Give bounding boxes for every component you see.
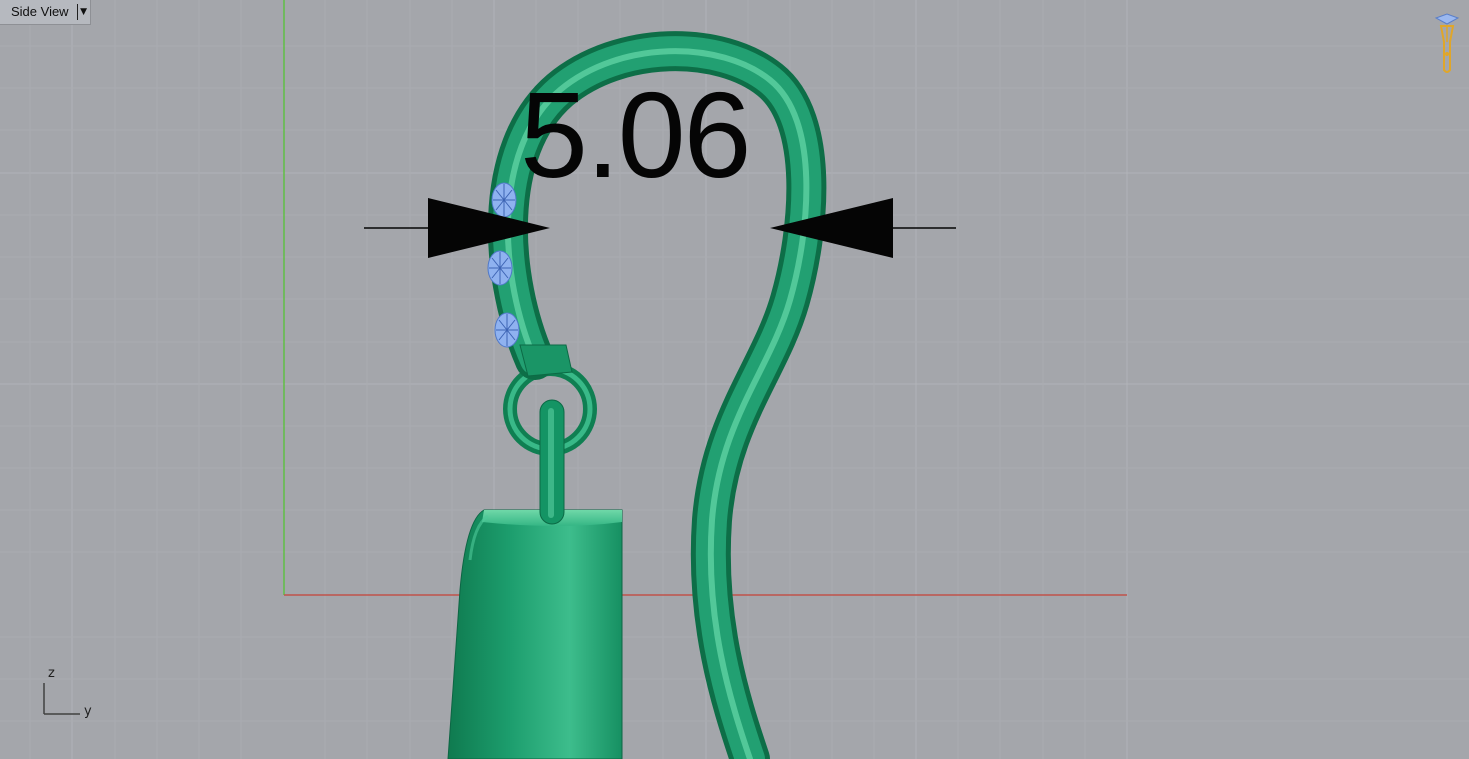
view-menu-dropdown[interactable]: ▼ [78,0,90,24]
dimension-value[interactable]: 5.06 [520,74,751,196]
viewport-gumball-icon[interactable] [1431,12,1463,82]
viewport-title[interactable]: Side View [0,0,77,24]
axis-indicator [43,683,80,715]
gem-stone[interactable] [494,312,520,348]
side-view-viewport[interactable]: 5.06 z y Side View ▼ [0,0,1469,759]
gem-stone[interactable] [491,182,517,218]
pendant-body[interactable] [447,509,623,759]
gem-stone[interactable] [487,250,513,286]
axis-label-z: z [48,666,55,681]
axis-label-y: y [84,704,92,719]
triangle-down-icon: ▼ [80,7,88,17]
width-dimension[interactable] [364,198,956,258]
viewport-tab[interactable]: Side View ▼ [0,0,91,25]
